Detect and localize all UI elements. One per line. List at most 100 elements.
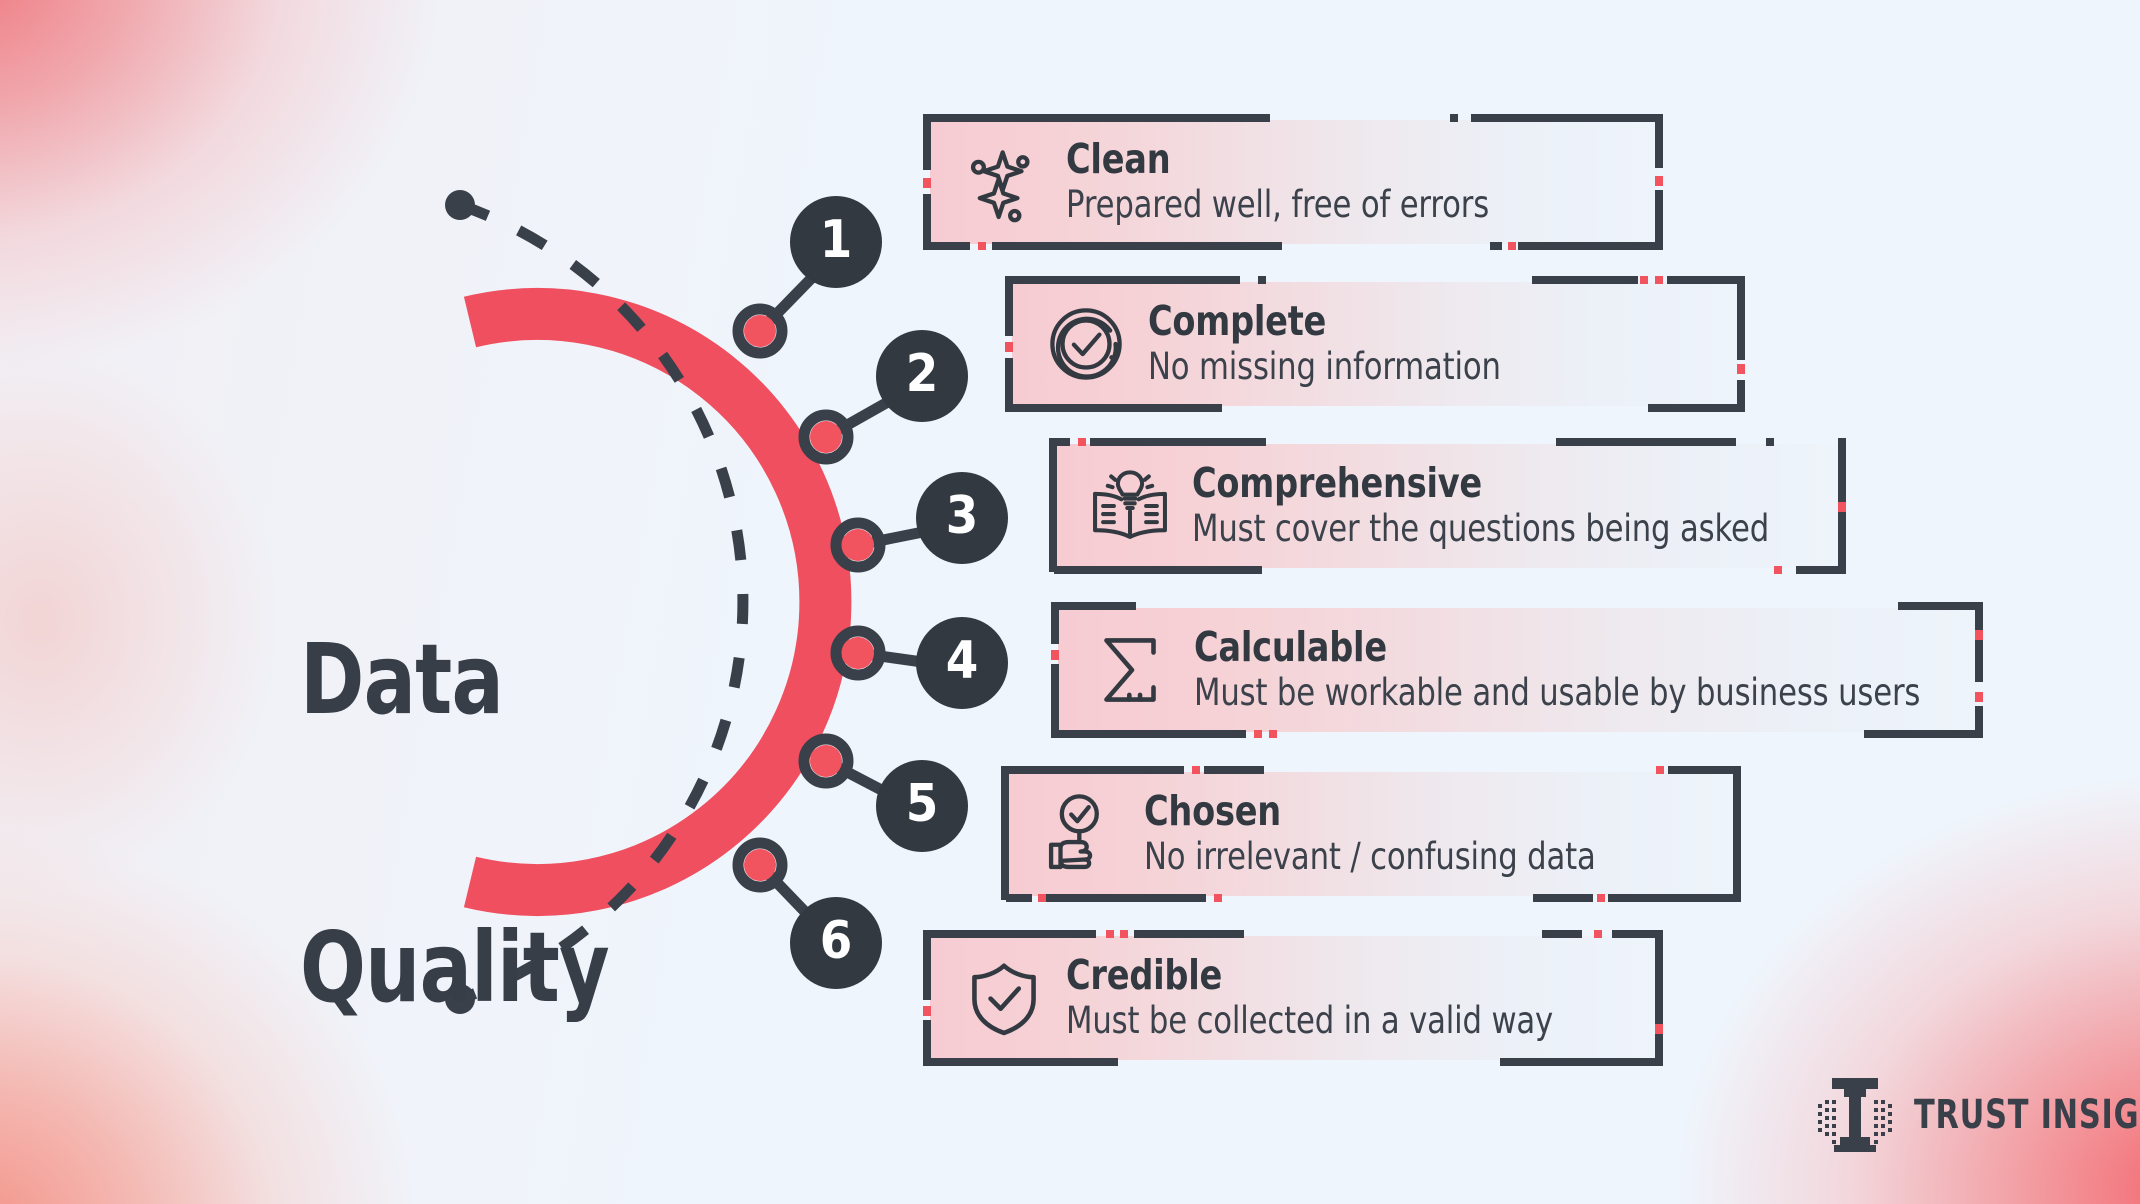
quality-card-calculable[interactable]: Calculable Must be workable and usable b… bbox=[1051, 602, 1983, 738]
magnifier-check-hand-icon bbox=[1034, 786, 1130, 882]
card4-accent-dot-bottom bbox=[1254, 730, 1262, 738]
brand-name: TRUST INSIGHTS bbox=[1914, 1092, 2140, 1138]
step-number-1-label: 1 bbox=[819, 210, 853, 270]
card6-accent-dot-right bbox=[1655, 1024, 1663, 1034]
card6-border-left-upper bbox=[923, 930, 931, 1000]
card5-border-top-left bbox=[1006, 766, 1184, 774]
card4-border-left-lower bbox=[1051, 664, 1059, 738]
card1-border-bottom-b bbox=[992, 242, 1282, 250]
card3-border-top-b bbox=[1090, 438, 1266, 446]
quality-card-comprehensive[interactable]: Comprehensive Must cover the questions b… bbox=[1049, 438, 1846, 574]
card2-border-bottom-left bbox=[1010, 404, 1222, 412]
card1-accent-dot-right bbox=[1655, 176, 1663, 186]
card6-accent-dot-top bbox=[1106, 930, 1114, 938]
step-number-4-label: 4 bbox=[945, 631, 979, 691]
step-number-1[interactable]: 1 bbox=[790, 196, 882, 288]
arc-node-3 bbox=[830, 517, 886, 573]
quality-card-credible[interactable]: Credible Must be collected in a valid wa… bbox=[923, 930, 1663, 1066]
card2-border-bottom-right bbox=[1648, 404, 1745, 412]
title-line-1: Data bbox=[300, 623, 504, 737]
card-text-chosen: Chosen No irrelevant / confusing data bbox=[1144, 790, 1706, 878]
card-desc-clean: Prepared well, free of errors bbox=[1066, 182, 1490, 226]
card-title-clean: Clean bbox=[1066, 135, 1171, 184]
card-text-clean: Clean Prepared well, free of errors bbox=[1066, 135, 1594, 226]
card1-tick-top bbox=[1450, 114, 1458, 122]
card-text-comprehensive: Comprehensive Must cover the questions b… bbox=[1192, 462, 1905, 549]
card-title-calculable: Calculable bbox=[1194, 623, 1387, 672]
card2-accent-dot-right bbox=[1737, 364, 1745, 374]
card5-accent-dot-top bbox=[1192, 766, 1200, 774]
card-text-complete: Complete No missing information bbox=[1148, 297, 1591, 387]
step-number-6[interactable]: 6 bbox=[790, 897, 882, 989]
card2-tick-top bbox=[1258, 276, 1266, 284]
card5-border-left bbox=[1001, 766, 1009, 900]
page-title: Data Quality bbox=[300, 440, 636, 1204]
quality-card-clean[interactable]: Clean Prepared well, free of errors bbox=[923, 114, 1663, 250]
card1-border-bottom-a bbox=[930, 242, 970, 250]
card4-border-bottom-left bbox=[1056, 730, 1246, 738]
card2-accent-dot-left bbox=[1005, 342, 1013, 352]
card-desc-calculable: Must be workable and usable by business … bbox=[1194, 670, 1921, 714]
card-text-credible: Credible Must be collected in a valid wa… bbox=[1066, 951, 1671, 1042]
card1-border-bottom-c bbox=[1490, 242, 1502, 250]
card3-border-left bbox=[1049, 438, 1057, 572]
card-desc-chosen: No irrelevant / confusing data bbox=[1144, 834, 1596, 878]
infographic-canvas: Data Quality 1 2 3 4 5 6 Clean Prepared … bbox=[0, 0, 2140, 1204]
card4-border-right-upper bbox=[1975, 602, 1983, 682]
card5-border-bottom-c bbox=[1533, 894, 1593, 902]
card5-border-bottom-left bbox=[1046, 894, 1206, 902]
card6-accent-dot-top3 bbox=[1594, 930, 1602, 938]
card5-border-right bbox=[1733, 766, 1741, 900]
card5-border-top-b bbox=[1204, 766, 1264, 774]
card2-accent-dot-top bbox=[1640, 276, 1648, 284]
card1-accent-dot-bottom bbox=[978, 242, 986, 250]
card3-border-bottom-left bbox=[1054, 566, 1262, 574]
step-number-2[interactable]: 2 bbox=[876, 330, 968, 422]
card2-border-top-left bbox=[1010, 276, 1240, 284]
card1-border-right-upper bbox=[1655, 114, 1663, 168]
shield-check-icon bbox=[956, 950, 1052, 1046]
card4-accent-dot-right-b bbox=[1975, 692, 1983, 702]
card-desc-credible: Must be collected in a valid way bbox=[1066, 998, 1554, 1042]
card3-accent-dot-right bbox=[1838, 502, 1846, 512]
step-number-3[interactable]: 3 bbox=[916, 472, 1008, 564]
card6-accent-dot-left bbox=[923, 1006, 931, 1016]
card-title-complete: Complete bbox=[1148, 297, 1327, 346]
sigma-sum-icon bbox=[1084, 622, 1180, 718]
card3-tick-top-right bbox=[1766, 438, 1774, 446]
quality-card-chosen[interactable]: Chosen No irrelevant / confusing data bbox=[1001, 766, 1741, 902]
card6-accent-dot-top2 bbox=[1120, 930, 1128, 938]
step-number-5[interactable]: 5 bbox=[876, 760, 968, 852]
card5-border-bottom-right bbox=[1608, 894, 1741, 902]
card1-accent-dot-bottom2 bbox=[1508, 242, 1516, 250]
card3-accent-dot-top bbox=[1078, 438, 1086, 446]
card2-border-right-upper bbox=[1737, 276, 1745, 360]
step-number-4[interactable]: 4 bbox=[916, 617, 1008, 709]
card2-border-left-upper bbox=[1005, 276, 1013, 336]
card6-border-top-b bbox=[1134, 930, 1244, 938]
card3-border-top-right bbox=[1556, 438, 1736, 446]
step-number-3-label: 3 bbox=[945, 486, 979, 546]
card5-accent-dot-bottom3 bbox=[1597, 894, 1605, 902]
card-title-credible: Credible bbox=[1066, 951, 1223, 1000]
card3-border-bottom-right bbox=[1796, 566, 1846, 574]
arc-start-dot bbox=[445, 190, 475, 220]
sparkles-icon bbox=[956, 134, 1052, 230]
card3-accent-dot-bottom bbox=[1774, 566, 1782, 574]
card1-border-top-left bbox=[930, 114, 1270, 122]
card1-border-right-lower bbox=[1655, 190, 1663, 250]
open-book-lightbulb-icon bbox=[1082, 458, 1178, 554]
card4-border-bottom-right bbox=[1864, 730, 1983, 738]
card4-accent-dot-left bbox=[1051, 650, 1059, 660]
step-number-6-label: 6 bbox=[819, 911, 853, 971]
arc-node-5 bbox=[798, 733, 854, 789]
card1-border-bottom-d bbox=[1518, 242, 1655, 250]
card1-accent-dot-left bbox=[923, 178, 931, 188]
card6-border-bottom-right bbox=[1500, 1058, 1663, 1066]
arc-node-1 bbox=[732, 303, 788, 359]
card1-border-left-upper bbox=[923, 114, 931, 170]
step-number-2-label: 2 bbox=[905, 344, 939, 404]
card5-border-bottom-a bbox=[1006, 894, 1032, 902]
quality-card-complete[interactable]: Complete No missing information bbox=[1005, 276, 1745, 412]
arc-node-4 bbox=[830, 625, 886, 681]
